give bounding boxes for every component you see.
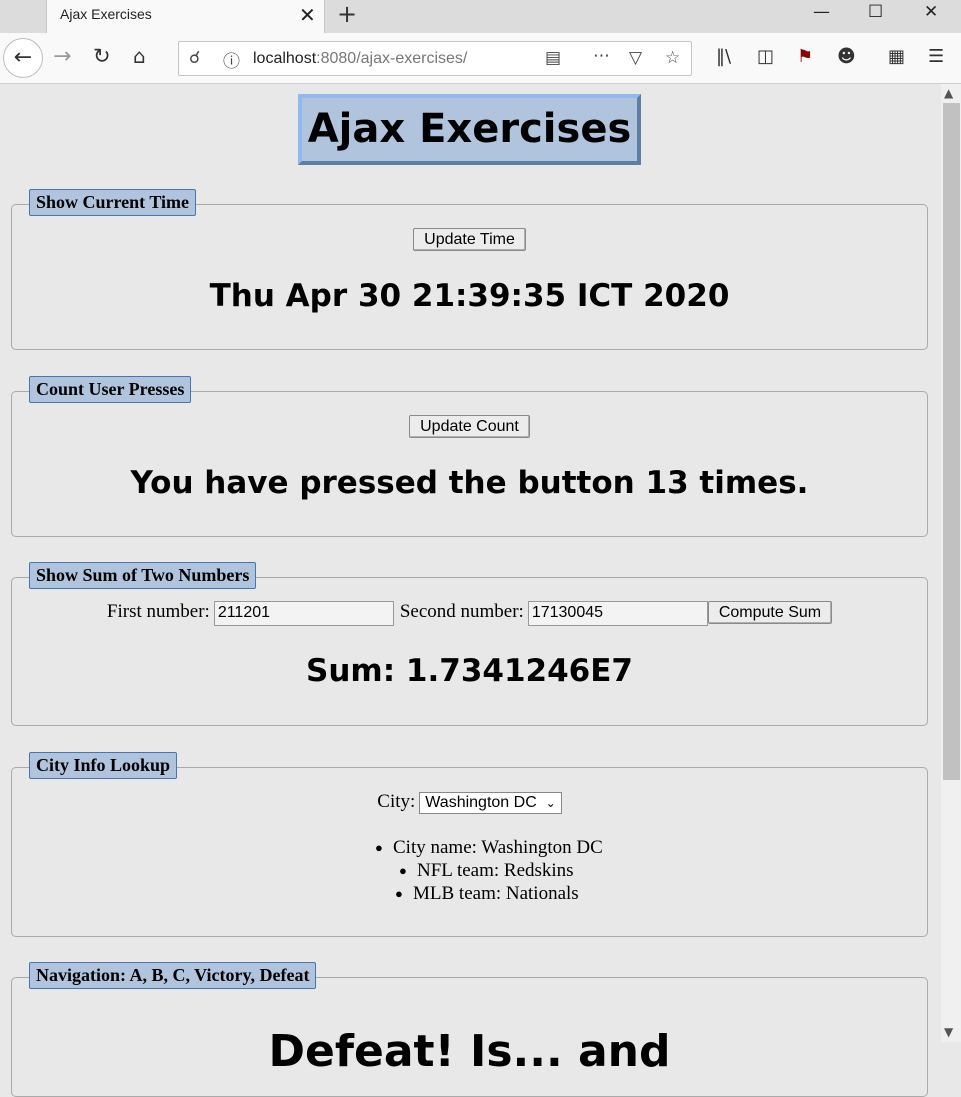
extensions-icon[interactable]: ▦ — [888, 46, 905, 67]
scrollbar-thumb[interactable] — [943, 103, 960, 780]
library-icon[interactable]: ‖\ — [716, 46, 731, 67]
navigation-toolbar: ← → ↻ ⌂ ☌ ⓘ localhost:8080/ajax-exercise… — [0, 33, 961, 84]
current-time-result: Thu Apr 30 21:39:35 ICT 2020 — [209, 278, 730, 314]
update-time-button[interactable]: Update Time — [413, 228, 526, 251]
browser-tab[interactable]: Ajax Exercises ✕ — [46, 0, 325, 33]
account-icon[interactable]: ☻ — [837, 46, 856, 67]
second-number-label: Second number: — [399, 601, 524, 623]
info-icon[interactable]: ⓘ — [223, 47, 240, 72]
more-icon[interactable]: ⋯ — [593, 46, 610, 66]
first-number-label: First number: — [106, 601, 210, 623]
city-section: City Info Lookup City: Washington DC ⌄ C… — [11, 752, 928, 937]
forward-icon[interactable]: → — [53, 44, 71, 69]
city-info-list: City name: Washington DC — [375, 836, 603, 859]
list-item: City name: Washington DC — [375, 836, 603, 859]
count-section: Count User Presses Update Count You have… — [11, 376, 928, 537]
tab-title: Ajax Exercises — [60, 6, 152, 22]
reload-icon[interactable]: ↻ — [93, 44, 111, 68]
minimize-icon[interactable]: — — [813, 2, 830, 22]
maximize-icon[interactable]: ☐ — [868, 2, 883, 22]
chevron-down-icon: ⌄ — [545, 796, 556, 810]
home-icon[interactable]: ⌂ — [133, 44, 146, 68]
press-count-result: You have pressed the button 13 times. — [130, 465, 809, 501]
sum-result: Sum: 1.7341246E7 — [306, 653, 633, 689]
sum-section-legend: Show Sum of Two Numbers — [29, 562, 257, 589]
new-tab-icon[interactable]: + — [337, 0, 357, 28]
shield-icon[interactable]: ☌ — [189, 48, 200, 68]
city-teams-list: MLB team: Nationals — [395, 882, 579, 905]
menu-icon[interactable]: ☰ — [928, 46, 944, 67]
navigation-result: Defeat! Is... and — [268, 1026, 671, 1077]
bookmark-star-icon[interactable]: ☆ — [665, 48, 680, 68]
city-label: City: — [377, 791, 416, 812]
window-close-icon[interactable]: ✕ — [924, 2, 938, 22]
time-section-legend: Show Current Time — [29, 189, 197, 216]
time-section: Show Current Time Update Time Thu Apr 30… — [11, 189, 928, 350]
city-select[interactable]: Washington DC ⌄ — [419, 792, 562, 814]
first-number-input[interactable]: 211201 — [213, 601, 394, 626]
city-section-legend: City Info Lookup — [29, 752, 178, 779]
count-section-legend: Count User Presses — [29, 376, 192, 403]
navigation-section: Navigation: A, B, C, Victory, Defeat Def… — [11, 962, 928, 1097]
list-item: MLB team: Nationals — [395, 882, 579, 905]
list-item: NFL team: Redskins — [399, 859, 574, 882]
compute-sum-button[interactable]: Compute Sum — [707, 601, 833, 625]
tab-bar: Ajax Exercises ✕ + — ☐ ✕ — [0, 0, 961, 33]
scroll-up-icon[interactable]: ▲ — [944, 86, 953, 100]
url-text[interactable]: localhost:8080/ajax-exercises/ — [253, 50, 467, 68]
second-number-input[interactable]: 17130045 — [527, 601, 708, 626]
update-count-button[interactable]: Update Count — [409, 415, 530, 438]
page-title: Ajax Exercises — [298, 94, 641, 165]
tab-close-icon[interactable]: ✕ — [299, 3, 316, 28]
sum-section: Show Sum of Two Numbers First number: 21… — [11, 562, 928, 726]
sidebar-icon[interactable]: ◫ — [757, 46, 774, 67]
navigation-section-legend: Navigation: A, B, C, Victory, Defeat — [29, 962, 317, 989]
back-icon[interactable]: ← — [3, 38, 43, 78]
scroll-down-icon[interactable]: ▼ — [944, 1025, 953, 1039]
reader-view-icon[interactable]: ▤ — [545, 48, 561, 68]
ublock-icon[interactable]: ⚑ — [797, 46, 813, 67]
pocket-icon[interactable]: ▽ — [629, 48, 642, 68]
city-teams-list: NFL team: Redskins — [399, 859, 574, 882]
url-bar[interactable]: ☌ ⓘ localhost:8080/ajax-exercises/ ▤ ⋯ ▽… — [178, 41, 692, 76]
